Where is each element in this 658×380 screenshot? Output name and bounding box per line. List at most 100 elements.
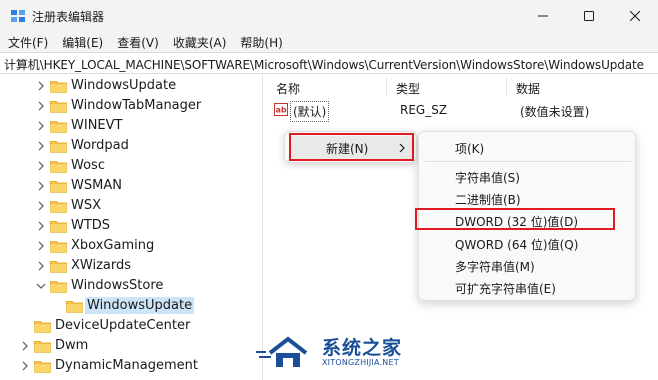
folder-icon <box>50 280 67 293</box>
value-type: REG_SZ <box>400 103 448 117</box>
maximize-icon <box>584 11 594 21</box>
submenu-item-expandable-string[interactable]: 可扩充字符串值(E) <box>455 280 556 297</box>
tree-item[interactable]: WSX <box>0 196 262 216</box>
tree-item[interactable]: XboxGaming <box>0 236 262 256</box>
menu-help[interactable]: 帮助(H) <box>232 34 288 51</box>
chevron-right-icon[interactable] <box>36 201 46 211</box>
minimize-icon <box>538 15 548 17</box>
submenu-item-multi-string[interactable]: 多字符串值(M) <box>455 258 535 275</box>
tree-item[interactable]: WindowTabManager <box>0 96 262 116</box>
regedit-icon <box>11 10 25 22</box>
tree-item[interactable]: DynamicManagement <box>0 356 262 376</box>
chevron-right-icon[interactable] <box>36 241 46 251</box>
menu-favorites[interactable]: 收藏夹(A) <box>165 34 233 51</box>
chevron-right-icon[interactable] <box>36 161 46 171</box>
tree-item[interactable]: WindowsUpdate <box>0 76 262 96</box>
tree-item[interactable]: WINEVT <box>0 116 262 136</box>
tree-item-label: DynamicManagement <box>55 358 198 373</box>
chevron-right-icon[interactable] <box>36 81 46 91</box>
folder-icon <box>50 200 67 213</box>
folder-icon <box>50 160 67 173</box>
folder-icon <box>50 180 67 193</box>
chevron-down-icon[interactable] <box>36 281 46 291</box>
column-header-name[interactable]: 名称 <box>276 80 300 97</box>
tree-item-label: DeviceUpdateCenter <box>55 318 191 333</box>
close-icon <box>630 11 640 21</box>
value-name: (默认) <box>290 101 330 122</box>
svg-text:ab: ab <box>276 106 287 115</box>
chevron-right-icon[interactable] <box>36 221 46 231</box>
chevron-right-icon[interactable] <box>36 181 46 191</box>
chevron-right-icon[interactable] <box>20 341 30 351</box>
folder-icon <box>34 340 51 353</box>
minimize-button[interactable] <box>520 0 566 32</box>
column-header-type[interactable]: 类型 <box>396 80 420 97</box>
value-row[interactable]: ab (默认) REG_SZ (数值未设置) <box>274 100 654 122</box>
folder-icon <box>34 360 51 373</box>
chevron-right-icon[interactable] <box>36 121 46 131</box>
tree-item-label: WINEVT <box>71 118 123 133</box>
submenu-item-string[interactable]: 字符串值(S) <box>455 169 520 186</box>
folder-icon <box>50 80 67 93</box>
folder-icon <box>50 100 67 113</box>
tree-item[interactable]: WindowsUpdate <box>0 296 262 316</box>
column-header-data[interactable]: 数据 <box>516 80 540 97</box>
folder-icon <box>34 320 51 333</box>
menu-view[interactable]: 查看(V) <box>109 34 165 51</box>
submenu-item-qword[interactable]: QWORD (64 位)值(Q) <box>455 236 578 253</box>
submenu-item-key[interactable]: 项(K) <box>455 140 484 157</box>
chevron-right-icon[interactable] <box>36 141 46 151</box>
chevron-right-icon[interactable] <box>36 101 46 111</box>
maximize-button[interactable] <box>566 0 612 32</box>
close-button[interactable] <box>612 0 658 32</box>
title-bar: 注册表编辑器 <box>0 0 658 32</box>
folder-icon <box>50 120 67 133</box>
house-logo-icon <box>256 336 308 367</box>
column-divider[interactable] <box>386 78 387 96</box>
highlight-box-new <box>289 133 414 161</box>
tree-item-label: WindowTabManager <box>71 98 202 113</box>
tree-item-label: WTDS <box>71 218 111 233</box>
highlight-box-dword <box>415 208 615 230</box>
tree-item[interactable]: WSMAN <box>0 176 262 196</box>
watermark-subtitle: XITONGZHIJIA.NET <box>322 358 399 367</box>
tree-item-label: XWizards <box>71 258 132 273</box>
tree-item[interactable]: DeviceUpdateCenter <box>0 316 262 336</box>
tree-item[interactable]: Wordpad <box>0 136 262 156</box>
tree-item-label: WindowsUpdate <box>85 297 195 314</box>
tree-item[interactable]: XWizards <box>0 256 262 276</box>
menu-separator <box>425 161 631 162</box>
window-title: 注册表编辑器 <box>32 10 105 24</box>
submenu-item-binary[interactable]: 二进制值(B) <box>455 191 521 208</box>
tree-item[interactable]: WindowsStore <box>0 276 262 296</box>
watermark: 系统之家 XITONGZHIJIA.NET <box>256 331 406 373</box>
address-bar[interactable]: 计算机\HKEY_LOCAL_MACHINE\SOFTWARE\Microsof… <box>0 52 658 74</box>
address-path[interactable]: 计算机\HKEY_LOCAL_MACHINE\SOFTWARE\Microsof… <box>4 56 644 73</box>
tree-item-label: WindowsUpdate <box>71 78 177 93</box>
folder-icon <box>50 240 67 253</box>
chevron-right-icon[interactable] <box>20 361 30 371</box>
column-divider[interactable] <box>506 78 507 96</box>
folder-icon <box>50 220 67 233</box>
value-data: (数值未设置) <box>520 105 590 119</box>
folder-icon <box>66 300 83 313</box>
folder-icon <box>50 140 67 153</box>
tree-item-label: WSMAN <box>71 178 122 193</box>
tree-item-label: Wordpad <box>71 138 129 153</box>
tree-item-label: Wosc <box>71 158 105 173</box>
registry-tree: WindowsUpdate WindowTabManager WINEVT Wordp… <box>0 74 262 380</box>
string-value-icon: ab <box>274 103 288 116</box>
tree-item-label: Dwm <box>55 338 89 353</box>
menu-edit[interactable]: 编辑(E) <box>54 34 109 51</box>
chevron-right-icon[interactable] <box>36 261 46 271</box>
menu-file[interactable]: 文件(F) <box>0 34 54 51</box>
tree-item-label: XboxGaming <box>71 238 155 253</box>
menu-bar: 文件(F) 编辑(E) 查看(V) 收藏夹(A) 帮助(H) <box>0 32 658 52</box>
tree-item[interactable]: Wosc <box>0 156 262 176</box>
tree-item[interactable]: WTDS <box>0 216 262 236</box>
folder-icon <box>50 260 67 273</box>
tree-item-label: WSX <box>71 198 102 213</box>
watermark-title: 系统之家 <box>322 337 403 359</box>
tree-item-label: WindowsStore <box>71 278 164 293</box>
tree-item[interactable]: Dwm <box>0 336 262 356</box>
